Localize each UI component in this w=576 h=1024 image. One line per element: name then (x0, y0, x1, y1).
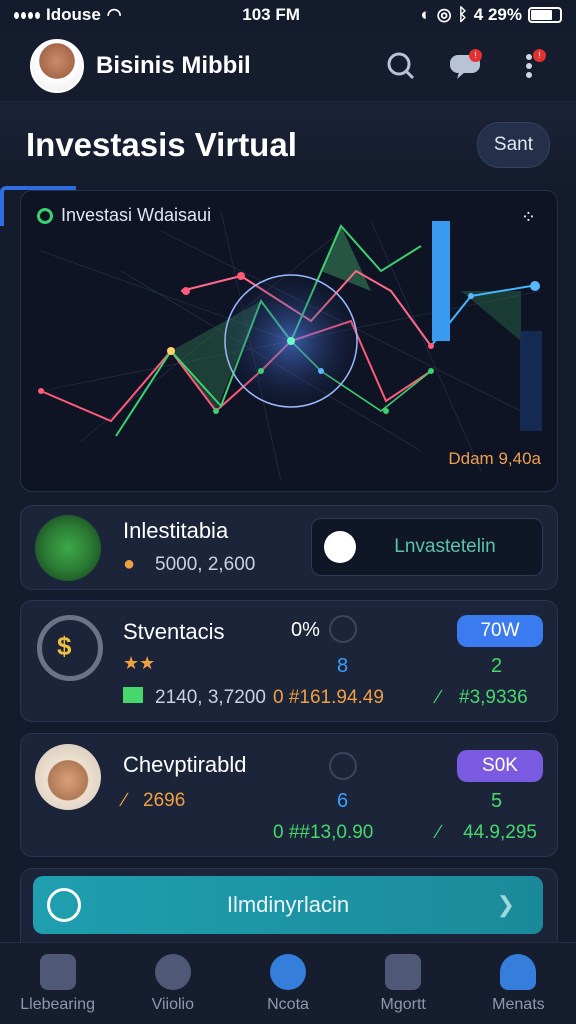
card3-trend-icon: ∕ (123, 790, 127, 811)
search-icon (387, 52, 415, 79)
chat-bubble-icon (324, 531, 356, 563)
more-button[interactable]: ! (512, 48, 546, 83)
card3-radio[interactable] (329, 752, 357, 780)
lock-icon: ◐ (420, 5, 431, 24)
investment-card-3[interactable]: Chevptirabld ∕ 2696 S0K 6 5 0 ##13,0.90 … (20, 733, 558, 857)
nav-label: Mgortt (380, 995, 426, 1013)
bluetooth-icon: ᛒ (457, 5, 468, 24)
card1-amount: 5000, 2,600 (155, 554, 256, 575)
chart-corner-value: Ddam 9,40a (448, 449, 541, 468)
coin-icon (35, 515, 101, 581)
nav-label: Ncota (267, 995, 309, 1013)
nav-item-profile[interactable]: Menats (461, 943, 576, 1024)
card1-invest-button[interactable]: Lnvastetelin (311, 518, 543, 576)
card2-title: Stventacis (123, 619, 225, 644)
location-pin-icon (37, 207, 53, 224)
title-bar: Investasis Virtual Sant (0, 102, 576, 188)
card3-num2: 5 (491, 790, 503, 812)
card2-trend-icon: ∕ (437, 687, 441, 708)
card3-value2: 0 ##13,0.90 (273, 822, 374, 843)
battery-percent: 4 29% (473, 5, 522, 24)
status-bar: Idouse ◠ 103 FM ◐ ◎ ᛒ 4 29% (0, 0, 576, 30)
clock: 103 FM (242, 5, 300, 24)
investment-card-2[interactable]: $ Stventacis ★★ 0% 70W 8 2 2140, 3,7200 … (20, 600, 558, 722)
notification-dot: ! (469, 48, 482, 62)
card2-num2: 2 (491, 655, 503, 677)
battery-icon (528, 7, 562, 23)
app-header: Bisinis Mibbil ! ! (0, 30, 576, 102)
signal-icon (14, 11, 40, 19)
nav-label: Viiolio (151, 995, 194, 1013)
investment-card-1[interactable]: Inlestitabia ● 5000, 2,600 Lnvastetelin (20, 505, 558, 590)
document-icon (385, 953, 422, 990)
start-button[interactable]: Sant (476, 122, 550, 168)
alarm-icon: ◎ (436, 5, 452, 24)
chevron-right-icon: ❯ (496, 892, 515, 917)
card2-percent: 0% (291, 619, 320, 641)
dollar-icon: $ (37, 615, 103, 681)
search-button[interactable] (384, 49, 418, 83)
compass-icon (270, 953, 306, 990)
more-vertical-icon (526, 53, 532, 78)
avatar[interactable] (30, 38, 84, 93)
card2-value3: #3,9336 (459, 687, 528, 708)
card3-badge[interactable]: S0K (457, 750, 543, 782)
card3-value0: 2696 (143, 790, 186, 811)
gear-icon (154, 953, 191, 990)
user-icon (500, 953, 537, 990)
network-chart-card[interactable]: Investasi Wdaisaui ⁘ Ddam 9,40a (20, 190, 558, 492)
card3-trend2-icon: ∕ (437, 822, 441, 843)
chart-chip-label: Investasi Wdaisaui (61, 205, 212, 225)
check-circle-icon (47, 888, 81, 922)
options-icon[interactable]: ⁘ (521, 207, 537, 228)
home-icon (39, 953, 76, 990)
card2-badge[interactable]: 70W (457, 615, 543, 647)
network-graphic (38, 210, 542, 482)
card3-title: Chevptirabld (123, 752, 247, 777)
carrier: Idouse (46, 5, 101, 24)
card1-button-label: Lnvastetelin (394, 536, 496, 557)
card3-num1: 6 (337, 790, 349, 812)
nav-item-home[interactable]: Llebearing (0, 943, 115, 1024)
page-title: Investasis Virtual (26, 126, 297, 163)
card2-value1: 2140, 3,7200 (155, 687, 266, 708)
card2-radio[interactable] (329, 615, 357, 643)
nav-item-market[interactable]: Mgortt (346, 943, 461, 1024)
bottom-nav: Llebearing Viiolio Ncota Mgortt Menats (0, 942, 576, 1024)
chart-chip: Investasi Wdaisaui (37, 205, 211, 226)
star-icon: ★★ (123, 653, 156, 673)
nav-item-portfolio[interactable]: Viiolio (115, 943, 230, 1024)
card1-title: Inlestitabia (123, 518, 229, 543)
card2-num1: 8 (337, 655, 349, 677)
card2-value2: 0 #161.94.49 (273, 687, 384, 708)
card3-value3: 44.9,295 (463, 822, 537, 843)
nav-item-explore[interactable]: Ncota (230, 943, 345, 1024)
avatar (35, 744, 101, 810)
acorn-icon: ● (123, 553, 136, 575)
card2-chart-icon (123, 687, 143, 703)
primary-action-button[interactable]: Ilmdinyrlacin ❯ (33, 876, 543, 934)
nav-label: Llebearing (20, 995, 95, 1013)
wifi-icon: ◠ (106, 5, 122, 24)
user-name: Bisinis Mibbil (96, 51, 251, 79)
nav-label: Menats (492, 995, 545, 1013)
cta-label: Ilmdinyrlacin (226, 892, 350, 917)
messages-button[interactable]: ! (448, 48, 482, 83)
notification-dot: ! (533, 48, 546, 62)
